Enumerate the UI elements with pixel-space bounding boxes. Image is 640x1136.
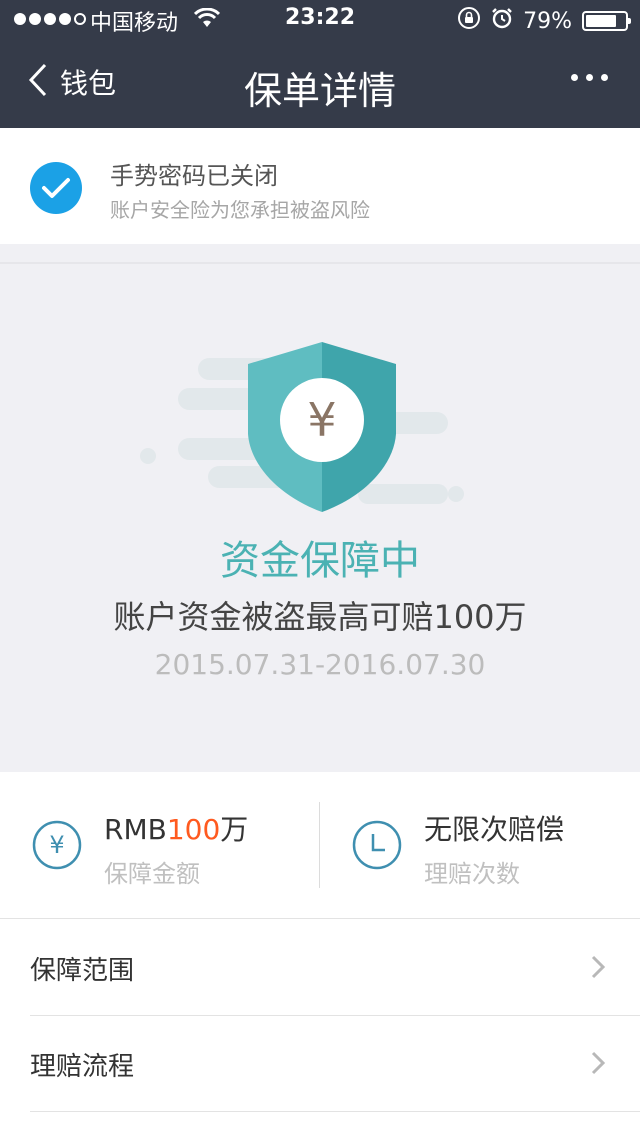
battery-percent: 79% (523, 8, 572, 34)
claim-count-label: 理赔次数 (424, 860, 520, 888)
clock-icon (352, 820, 402, 870)
protection-status: 资金保障中 (220, 538, 420, 584)
chevron-right-icon (590, 954, 606, 984)
claim-count: 无限次赔偿 (424, 813, 565, 846)
banner-title: 手势密码已关闭 (110, 162, 278, 190)
page-title: 保单详情 (243, 69, 396, 113)
nav-bar: 钱包 保单详情 (0, 40, 640, 128)
yuan-circle-icon: ¥ (32, 820, 82, 870)
protection-description: 账户资金被盗最高可赔100万 (113, 598, 527, 636)
gesture-status-banner: 手势密码已关闭 账户安全险为您承担被盗风险 (0, 128, 640, 244)
coverage-amount: RMB100万 (104, 813, 249, 846)
chevron-right-icon (590, 1050, 606, 1080)
menu-item-claim-process[interactable]: 理赔流程 (30, 1016, 640, 1112)
shield-illustration: ¥ (138, 334, 478, 518)
divider (30, 1111, 640, 1112)
banner-subtitle: 账户安全险为您承担被盗风险 (110, 198, 370, 222)
yuan-icon: ¥ (307, 393, 337, 447)
stats-divider (319, 802, 320, 888)
coverage-period: 2015.07.31-2016.07.30 (154, 648, 486, 681)
check-icon (30, 162, 82, 214)
rotation-lock-icon (457, 6, 481, 36)
alarm-icon (491, 7, 513, 35)
battery-icon (582, 11, 631, 31)
coverage-stats: ¥ RMB100万 保障金额 无限次赔偿 理赔次数 (0, 772, 640, 919)
menu-item-label: 保障范围 (30, 956, 135, 986)
header: 中国移动 23:22 79% 钱包 保单详情 (0, 0, 640, 128)
more-icon[interactable] (571, 74, 608, 81)
status-bar: 中国移动 23:22 79% (0, 0, 640, 40)
divider (0, 262, 640, 264)
menu-item-coverage-scope[interactable]: 保障范围 (30, 920, 640, 1016)
coverage-amount-label: 保障金额 (104, 860, 200, 888)
menu-item-label: 理赔流程 (30, 1052, 135, 1082)
